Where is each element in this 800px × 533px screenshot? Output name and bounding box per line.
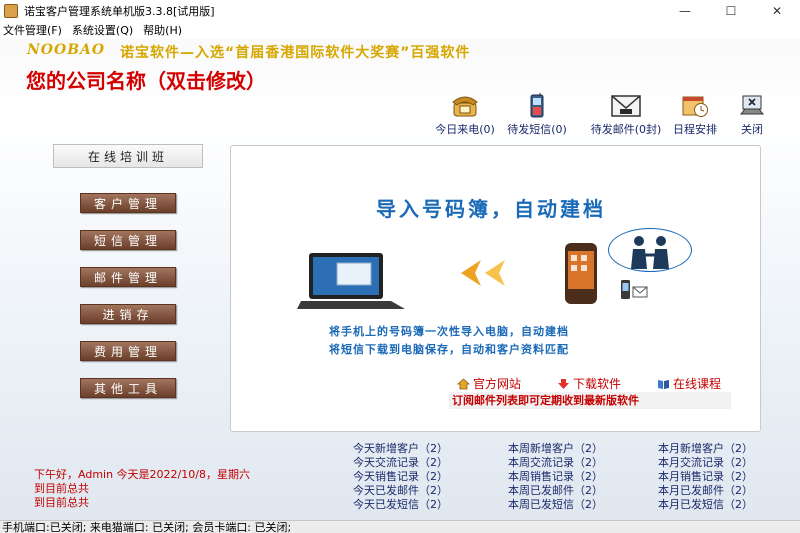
title-bar: 诺宝客户管理系统单机版3.3.8[试用版] — ☐ ✕ [0,0,800,21]
sidebar-item-sms[interactable]: 短信管理 [80,230,176,250]
home-icon [457,377,470,389]
book-icon [658,379,669,389]
promo-line-1: 将手机上的号码簿一次性导入电脑，自动建档 [329,325,569,338]
pending-mail-button[interactable]: 待发邮件(0封) [584,93,668,137]
promo-line-2: 将短信下载到电脑保存，自动和客户资料匹配 [329,343,569,356]
status-bar: 手机端口:已关闭; 来电猫端口: 已关闭; 会员卡端口: 已关闭; [0,520,800,533]
close-app-label: 关闭 [741,123,763,136]
smartphone-illustration [565,243,597,304]
brand-logo: NOOBAO [27,42,106,58]
close-app-icon [737,93,767,119]
total-label-2: 到目前总共 [34,496,89,509]
close-app-button[interactable]: 关闭 [732,93,772,137]
promo-panel: 导入号码簿，自动建档 将手机上的号码簿一次性导入电脑，自动建档 将短信下载到电脑… [230,145,761,432]
sidebar-item-tools[interactable]: 其他工具 [80,378,176,398]
online-course-link[interactable]: 在线课程 [657,375,721,392]
online-training-button[interactable]: 在线培训班 [53,144,203,168]
schedule-button[interactable]: 日程安排 [667,93,723,137]
sidebar-item-mail[interactable]: 邮件管理 [80,267,176,287]
left-sidebar: 在线培训班 客户管理 短信管理 邮件管理 进销存 费用管理 其他工具 [0,140,230,440]
pending-mail-label: 待发邮件(0封) [590,123,662,136]
app-icon [4,3,18,18]
banner: NOOBAO 诺宝软件—入选“首届香港国际软件大奖赛”百强软件 您的公司名称（双… [0,39,800,99]
schedule-label: 日程安排 [673,123,717,136]
menu-help[interactable]: 帮助(H) [140,22,189,38]
mail-icon [611,93,641,119]
company-name[interactable]: 您的公司名称（双击修改） [26,65,266,94]
subscribe-mail-list[interactable]: 订阅邮件列表即可定期收到最新版软件 [449,392,731,409]
official-site-label: 官方网站 [473,377,522,391]
menu-settings[interactable]: 系统设置(Q) [69,22,140,38]
online-course-label: 在线课程 [673,377,722,391]
pending-sms-button[interactable]: 待发短信(0) [502,93,572,137]
telephone-icon [450,93,480,119]
close-button[interactable]: ✕ [754,0,800,21]
official-site-link[interactable]: 官方网站 [457,375,521,392]
stat-week-sms[interactable]: 本周已发短信（2） [508,496,603,512]
phone-mail-icon [621,280,648,299]
laptop-illustration [297,253,405,309]
promo-title: 导入号码簿，自动建档 [376,197,606,221]
arrow-left-icon [461,260,505,286]
download-icon [558,378,569,389]
sidebar-item-customer[interactable]: 客户管理 [80,193,176,213]
maximize-button[interactable]: ☐ [708,0,754,21]
window-controls: — ☐ ✕ [662,0,800,21]
today-calls-label: 今日来电(0) [435,123,495,136]
today-calls-button[interactable]: 今日来电(0) [430,93,500,137]
sidebar-item-expense[interactable]: 费用管理 [80,341,176,361]
minimize-button[interactable]: — [662,0,708,21]
menu-file[interactable]: 文件管理(F) [0,22,69,38]
calendar-clock-icon [680,93,710,119]
menu-bar: 文件管理(F) 系统设置(Q) 帮助(H) [0,21,800,39]
stat-today-sms[interactable]: 今天已发短信（2） [353,496,448,512]
download-label: 下载软件 [573,377,622,391]
pending-sms-label: 待发短信(0) [507,123,567,136]
window-title: 诺宝客户管理系统单机版3.3.8[试用版] [24,4,215,18]
business-people-icon [608,228,692,272]
stat-month-sms[interactable]: 本月已发短信（2） [658,496,753,512]
slogan: 诺宝软件—入选“首届香港国际软件大奖赛”百强软件 [120,45,471,61]
mobile-phone-icon [522,93,552,119]
download-link[interactable]: 下载软件 [557,375,621,392]
sidebar-item-inventory[interactable]: 进销存 [80,304,176,324]
